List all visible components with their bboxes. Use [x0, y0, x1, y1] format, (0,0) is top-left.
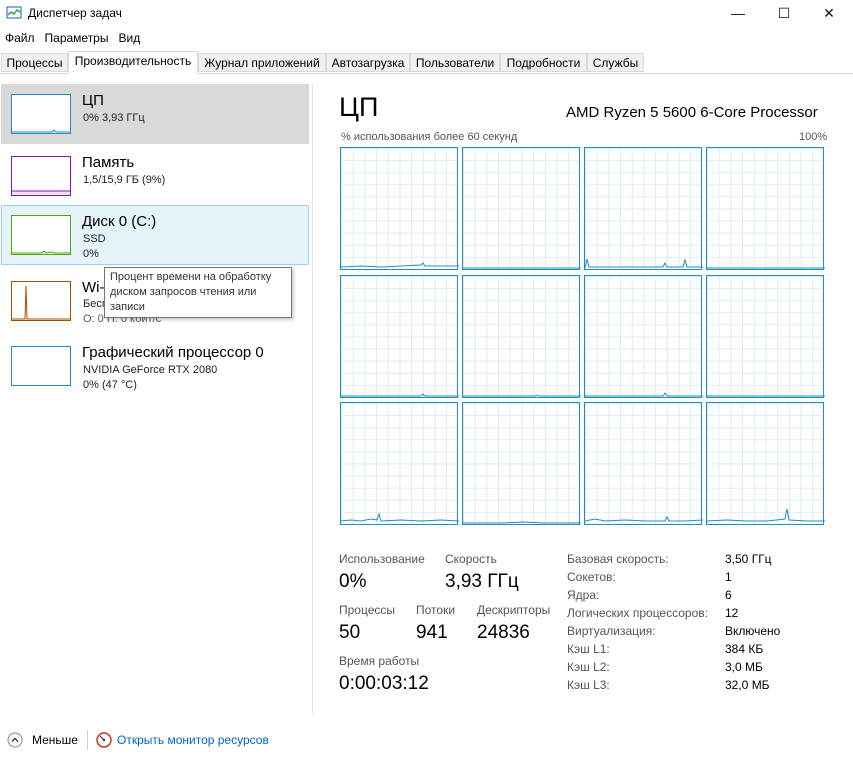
uptime-label: Время работы	[339, 654, 420, 668]
usage-label: Использование	[339, 552, 425, 566]
title-bar: Диспетчер задач — ☐ ✕	[0, 0, 853, 28]
info-label: Логических процессоров:	[567, 606, 708, 620]
usage-value: 0%	[339, 571, 367, 592]
menu-bar: Файл Параметры Вид	[0, 28, 145, 48]
gpu-thumbnail-graph	[11, 346, 71, 386]
info-label: Виртуализация:	[567, 624, 656, 638]
maximize-button[interactable]: ☐	[761, 0, 807, 28]
open-resource-monitor-link[interactable]: Открыть монитор ресурсов	[117, 733, 269, 747]
cpu-core-graph	[462, 147, 581, 270]
window-title: Диспетчер задач	[28, 6, 122, 20]
cpu-core-graph	[462, 402, 581, 525]
tab-users[interactable]: Пользователи	[410, 53, 500, 72]
tab-processes[interactable]: Процессы	[1, 53, 68, 72]
sidebar-item-title: Диск 0 (C:)	[82, 213, 157, 230]
cpu-core-graph	[706, 147, 825, 270]
sidebar-item-sub: 1,5/15,9 ГБ (9%)	[83, 174, 166, 186]
tab-services[interactable]: Службы	[587, 53, 644, 72]
info-value: 6	[725, 588, 732, 602]
cpu-thumbnail-graph	[11, 94, 71, 134]
processes-value: 50	[339, 622, 361, 643]
resource-monitor-icon	[96, 732, 112, 748]
info-label: Сокетов:	[567, 570, 616, 584]
speed-label: Скорость	[445, 552, 497, 566]
logical-processor-graphs	[340, 147, 827, 527]
tab-startup[interactable]: Автозагрузка	[326, 53, 410, 72]
cpu-core-graph	[584, 275, 703, 398]
graph-axis-max: 100%	[799, 131, 828, 143]
info-value: 3,0 МБ	[725, 660, 763, 674]
tab-app-history[interactable]: Журнал приложений	[198, 53, 326, 72]
info-label: Кэш L1:	[567, 642, 610, 656]
info-value: 3,50 ГГц	[725, 552, 772, 566]
menu-options[interactable]: Параметры	[40, 28, 114, 48]
uptime-value: 0:00:03:12	[339, 673, 429, 694]
resource-list: ЦП 0% 3,93 ГГц Память 1,5/15,9 ГБ (9%) Д…	[0, 84, 313, 714]
cpu-core-graph	[584, 147, 703, 270]
close-button[interactable]: ✕	[806, 0, 852, 28]
sidebar-item-title: Память	[82, 154, 135, 171]
graph-axis-label: % использования более 60 секунд	[341, 131, 518, 143]
sidebar-item-sub: 0% 3,93 ГГц	[83, 112, 145, 124]
menu-view[interactable]: Вид	[113, 28, 145, 48]
tab-details[interactable]: Подробности	[500, 53, 587, 72]
sidebar-item-gpu[interactable]: Графический процессор 0 NVIDIA GeForce R…	[1, 336, 309, 396]
info-value: 1	[725, 570, 732, 584]
cpu-core-graph	[340, 275, 459, 398]
cpu-core-graph	[340, 147, 459, 270]
handles-value: 24836	[477, 622, 530, 643]
sidebar-item-memory[interactable]: Память 1,5/15,9 ГБ (9%)	[1, 146, 309, 206]
speed-value: 3,93 ГГц	[445, 571, 519, 592]
info-value: 12	[725, 606, 739, 620]
info-label: Ядра:	[567, 588, 600, 602]
cpu-core-graph	[584, 402, 703, 525]
disk-thumbnail-graph	[11, 215, 71, 255]
memory-thumbnail-graph	[11, 156, 71, 196]
handles-label: Дескрипторы	[477, 603, 551, 617]
sidebar-item-sub: SSD	[83, 233, 106, 245]
minimize-button[interactable]: —	[715, 0, 761, 28]
tab-bar: Процессы Производительность Журнал прило…	[0, 51, 853, 74]
sidebar-item-cpu[interactable]: ЦП 0% 3,93 ГГц	[1, 84, 309, 144]
info-value: Включено	[725, 624, 781, 638]
tab-performance[interactable]: Производительность	[68, 51, 198, 74]
sidebar-item-title: Графический процессор 0	[82, 344, 264, 361]
fewer-details-button[interactable]: Меньше	[32, 733, 78, 747]
wifi-thumbnail-graph	[11, 281, 71, 321]
disk-tooltip: Процент времени на обработку диском запр…	[104, 267, 292, 318]
cpu-core-graph	[706, 402, 825, 525]
info-label: Кэш L2:	[567, 660, 610, 674]
sidebar-item-disk[interactable]: Диск 0 (C:) SSD 0%	[1, 205, 309, 265]
processes-label: Процессы	[339, 603, 396, 617]
sidebar-item-sub: NVIDIA GeForce RTX 2080	[83, 364, 218, 376]
chevron-up-icon[interactable]	[7, 732, 23, 748]
cpu-core-graph	[340, 402, 459, 525]
info-value: 384 КБ	[725, 642, 764, 656]
menu-file[interactable]: Файл	[0, 28, 40, 48]
info-label: Кэш L3:	[567, 678, 610, 692]
info-label: Базовая скорость:	[567, 552, 669, 566]
footer-divider	[87, 730, 88, 750]
sidebar-item-sub2: 0% (47 °C)	[83, 379, 137, 391]
cpu-core-graph	[462, 275, 581, 398]
cpu-model-name: AMD Ryzen 5 5600 6-Core Processor	[566, 104, 818, 121]
threads-label: Потоки	[416, 603, 456, 617]
info-value: 32,0 МБ	[725, 678, 770, 692]
sidebar-item-sub2: 0%	[83, 248, 99, 260]
sidebar-item-title: ЦП	[82, 92, 104, 109]
threads-value: 941	[416, 622, 448, 643]
sidebar-item-title: Wi-	[82, 279, 105, 296]
page-title: ЦП	[339, 92, 379, 122]
task-manager-icon	[6, 6, 22, 19]
cpu-core-graph	[706, 275, 825, 398]
